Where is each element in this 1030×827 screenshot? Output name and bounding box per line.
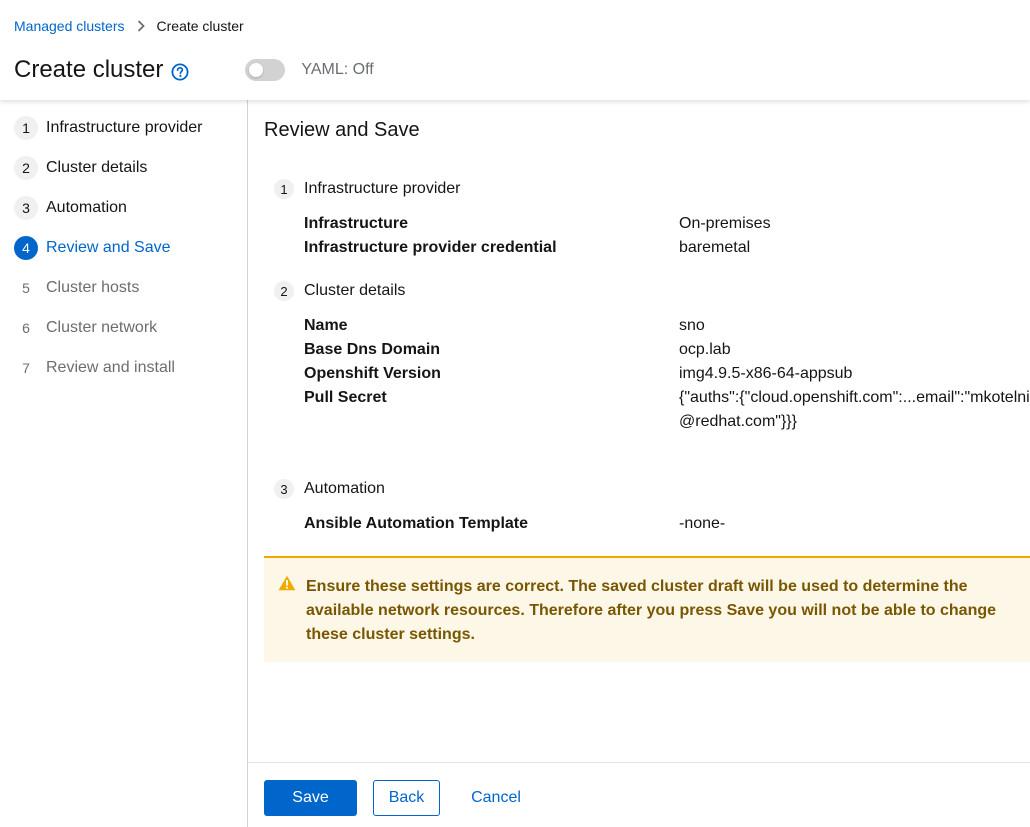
breadcrumb: Managed clusters Create cluster — [14, 18, 244, 34]
field-value: img4.9.5-x86-64-appsub — [679, 365, 853, 382]
warning-alert: Ensure these settings are correct. The s… — [264, 556, 1030, 662]
step-number: 4 — [14, 236, 38, 260]
step-number: 5 — [22, 280, 30, 296]
field-value: ocp.lab — [679, 341, 731, 358]
field-label: Infrastructure provider credential — [304, 239, 557, 256]
warning-triangle-icon — [278, 575, 296, 596]
review-section-cluster-details: 2 Cluster details — [274, 281, 405, 301]
field-value: sno — [679, 317, 705, 334]
wizard-nav: 1 Infrastructure provider 2 Cluster deta… — [0, 100, 248, 827]
yaml-toggle-label: YAML: Off — [301, 61, 374, 78]
wizard-nav-label: Infrastructure provider — [46, 119, 203, 136]
field-value: baremetal — [679, 239, 751, 256]
review-panel: Review and Save 1 Infrastructure provide… — [248, 100, 1030, 762]
wizard-nav-label: Cluster hosts — [46, 279, 140, 296]
review-section-automation: 3 Automation — [274, 479, 385, 499]
save-button[interactable]: Save — [264, 780, 357, 816]
review-section-title: Automation — [304, 480, 385, 497]
step-number: 1 — [14, 116, 38, 140]
title-row: Create cluster YAML: Off — [14, 54, 374, 86]
field-label: Infrastructure — [304, 215, 409, 232]
wizard-nav-label: Automation — [46, 199, 127, 216]
cancel-button[interactable]: Cancel — [456, 780, 536, 816]
wizard-nav-label: Cluster details — [46, 159, 148, 176]
chevron-right-icon — [137, 20, 145, 32]
field-label: Ansible Automation Template — [304, 515, 529, 532]
step-number: 7 — [22, 360, 30, 376]
field-value: -none- — [679, 515, 726, 532]
wizard-footer: Save Back Cancel — [248, 762, 1030, 827]
page-title: Create cluster — [14, 56, 164, 83]
review-section-title: Cluster details — [304, 282, 406, 299]
field-value: On-premises — [679, 215, 771, 232]
wizard-nav-item-automation[interactable]: 3 Automation — [14, 196, 127, 220]
wizard-nav-item-review-and-install: 7 Review and install — [14, 356, 175, 380]
step-number: 3 — [274, 479, 294, 499]
field-label: Pull Secret — [304, 389, 387, 406]
wizard-nav-label: Review and Save — [46, 239, 171, 256]
wizard-nav-item-cluster-hosts: 5 Cluster hosts — [14, 276, 139, 300]
breadcrumb-current: Create cluster — [156, 18, 244, 34]
review-section-title: Infrastructure provider — [304, 180, 461, 197]
warning-alert-text: Ensure these settings are correct. The s… — [306, 578, 997, 643]
wizard-nav-item-cluster-details[interactable]: 2 Cluster details — [14, 156, 147, 180]
wizard-nav-item-cluster-network: 6 Cluster network — [14, 316, 157, 340]
field-value: {"auths":{"cloud.openshift.com":...email… — [679, 389, 1030, 430]
wizard-nav-item-infrastructure-provider[interactable]: 1 Infrastructure provider — [14, 116, 203, 140]
step-number: 1 — [274, 179, 294, 199]
help-icon[interactable] — [171, 63, 189, 81]
step-number: 6 — [22, 320, 30, 336]
field-label: Name — [304, 317, 348, 334]
yaml-toggle[interactable] — [245, 59, 286, 81]
field-label: Base Dns Domain — [304, 341, 441, 358]
wizard-nav-label: Review and install — [46, 359, 175, 376]
step-number: 3 — [14, 196, 38, 220]
field-label: Openshift Version — [304, 365, 441, 382]
page-header: Managed clusters Create cluster Create c… — [0, 0, 1030, 100]
step-number: 2 — [274, 281, 294, 301]
step-number: 2 — [14, 156, 38, 180]
back-button[interactable]: Back — [373, 780, 440, 816]
review-title: Review and Save — [264, 119, 420, 141]
wizard-nav-item-review-and-save[interactable]: 4 Review and Save — [14, 236, 171, 260]
breadcrumb-link-managed-clusters[interactable]: Managed clusters — [14, 18, 125, 34]
wizard-nav-label: Cluster network — [46, 319, 158, 336]
review-section-infrastructure-provider: 1 Infrastructure provider — [274, 179, 461, 199]
